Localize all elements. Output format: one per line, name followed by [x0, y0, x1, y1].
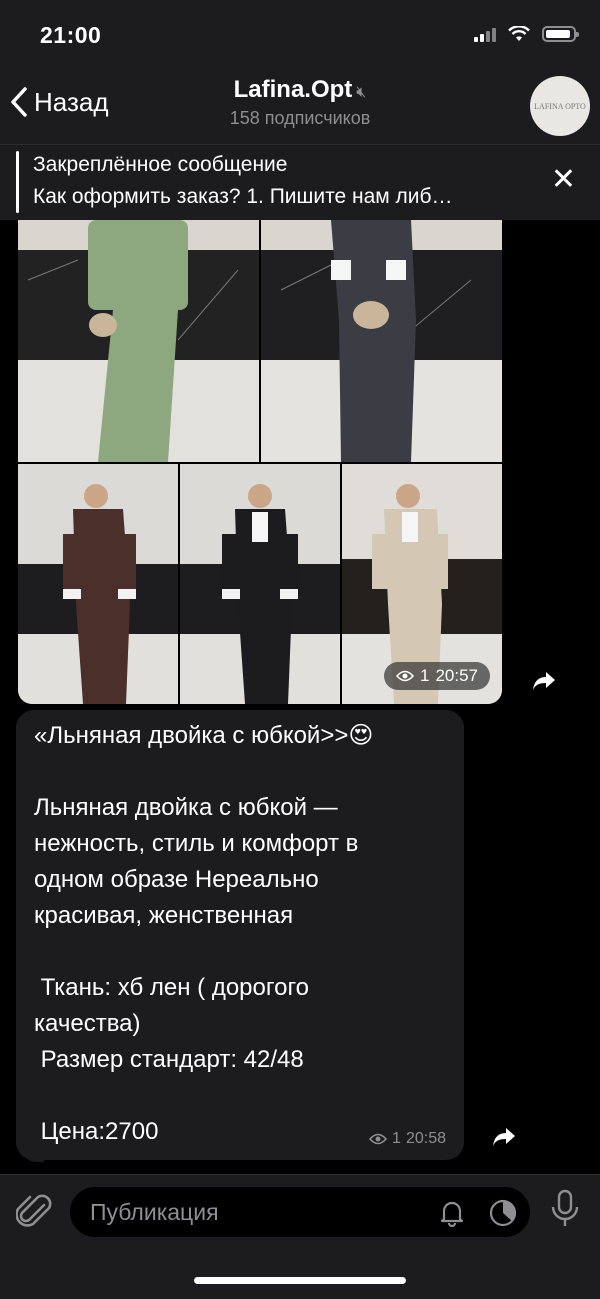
publication-input[interactable]: Публикация	[70, 1187, 530, 1237]
album-photo-1[interactable]	[18, 220, 259, 462]
share-button[interactable]	[487, 1120, 521, 1154]
avatar-logo: LAFINA OPTO	[534, 101, 586, 111]
channel-title-block[interactable]: Lafina.Opt 🔇︎ 158 подписчиков	[0, 76, 600, 129]
photo-album[interactable]: 1 20:57	[18, 220, 502, 704]
channel-avatar[interactable]: LAFINA OPTO	[530, 76, 590, 136]
eye-icon	[369, 1133, 388, 1145]
signal-icon	[474, 26, 496, 42]
message-meta: 1 20:58	[369, 1130, 446, 1148]
status-icons	[474, 26, 579, 42]
paperclip-icon[interactable]	[16, 1191, 54, 1233]
subscriber-count: 158 подписчиков	[229, 108, 371, 128]
home-indicator	[194, 1277, 406, 1284]
close-icon[interactable]: ✕	[551, 165, 576, 195]
album-view-count: 1	[419, 666, 430, 685]
share-arrow-icon	[533, 672, 555, 690]
battery-icon	[542, 26, 579, 42]
album-photo-3[interactable]	[18, 464, 178, 704]
album-photo-2[interactable]	[261, 220, 502, 462]
input-placeholder: Публикация	[90, 1199, 219, 1225]
pinned-title: Закреплённое сообщение	[33, 153, 288, 176]
message-text: «Льняная двойка с юбкой>>😍 Льняная двойк…	[34, 722, 374, 1145]
message-time: 20:58	[405, 1130, 446, 1147]
composer: Публикация	[0, 1174, 600, 1299]
album-photo-4[interactable]	[180, 464, 340, 704]
share-button[interactable]	[527, 664, 561, 698]
album-views-badge: 1 20:57	[383, 662, 490, 690]
wifi-icon	[508, 26, 530, 41]
eye-icon	[395, 670, 414, 682]
status-time: 21:00	[40, 22, 102, 48]
album-time: 20:57	[435, 666, 478, 685]
message-view-count: 1	[392, 1130, 401, 1147]
mute-icon: 🔇︎	[356, 84, 367, 101]
microphone-icon[interactable]	[550, 1189, 580, 1229]
pinned-indicator	[16, 151, 19, 213]
pinned-text: Как оформить заказ? 1. Пишите нам либ…	[33, 185, 453, 208]
channel-title: Lafina.Opt	[233, 76, 353, 103]
channel-header: Назад Lafina.Opt 🔇︎ 158 подписчиков LAFIN…	[0, 72, 600, 144]
bell-icon[interactable]	[438, 1199, 466, 1227]
share-arrow-icon	[493, 1128, 515, 1146]
text-message[interactable]: «Льняная двойка с юбкой>>😍 Льняная двойк…	[16, 710, 464, 1162]
pinned-message[interactable]: Закреплённое сообщение Как оформить зака…	[0, 144, 600, 221]
status-bar: 21:00	[0, 0, 600, 72]
message-feed[interactable]: 1 20:57 «Льняная двойка с юбкой>>😍 Льнян…	[0, 220, 600, 1174]
timer-icon[interactable]	[488, 1198, 518, 1228]
